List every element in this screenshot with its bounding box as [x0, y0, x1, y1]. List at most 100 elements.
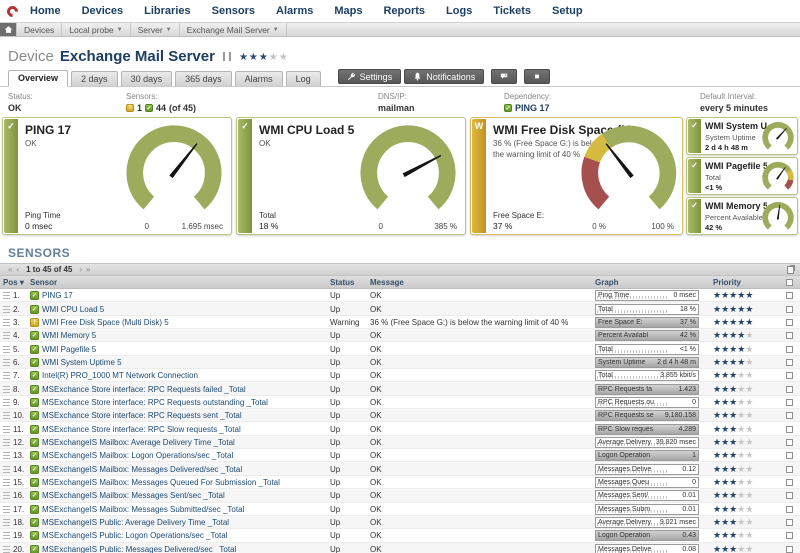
sensor-link[interactable]: WMI Memory 5 — [42, 331, 96, 340]
popout-icon[interactable] — [787, 265, 794, 274]
sensor-mini-graph[interactable]: Free Space E: 37 % — [595, 316, 699, 328]
nav-item-setup[interactable]: Setup — [552, 5, 583, 17]
tab-30-days[interactable]: 30 days — [120, 71, 173, 86]
breadcrumb-item-server[interactable]: Server ▼ — [131, 23, 180, 36]
row-checkbox[interactable] — [786, 505, 793, 513]
priority-stars[interactable]: ★ ★ ★ ★ ★ — [713, 384, 773, 395]
row-checkbox[interactable] — [786, 332, 793, 340]
row-checkbox[interactable] — [786, 385, 793, 393]
sensor-mini-graph[interactable]: RPC Slow reques 4.289 — [595, 423, 699, 435]
breadcrumb-item-exchange-mail-server[interactable]: Exchange Mail Server ▼ — [180, 23, 287, 36]
row-checkbox[interactable] — [786, 545, 793, 553]
sensor-link[interactable]: MSExchance Store interface: RPC Requests… — [42, 398, 268, 407]
warning-sensors-count[interactable]: 1 — [137, 103, 142, 113]
gauge-card-pagefile[interactable]: ✓ WMI Pagefile 5 Total <1 % — [686, 157, 798, 195]
drag-handle-icon[interactable] — [3, 465, 10, 473]
row-checkbox[interactable] — [786, 398, 793, 406]
sensor-link[interactable]: MSExchangeIS Mailbox: Messages Sent/sec … — [42, 491, 225, 500]
drag-handle-icon[interactable] — [3, 478, 10, 486]
dependency-link[interactable]: PING 17 — [515, 103, 550, 113]
sensor-link[interactable]: MSExchangeIS Mailbox: Messages Delivered… — [42, 465, 242, 474]
row-checkbox[interactable] — [786, 465, 793, 473]
priority-stars[interactable]: ★ ★ ★ ★ ★ — [713, 344, 773, 355]
sensor-mini-graph[interactable]: Ping Time 0 msec — [595, 290, 699, 302]
drag-handle-icon[interactable] — [3, 398, 10, 406]
sensor-link[interactable]: MSExchangeIS Mailbox: Logon Operations/s… — [42, 451, 233, 460]
drag-handle-icon[interactable] — [3, 318, 10, 326]
drag-handle-icon[interactable] — [3, 438, 10, 446]
drag-handle-icon[interactable] — [3, 372, 10, 380]
drag-handle-icon[interactable] — [3, 519, 10, 527]
breadcrumb-item-devices[interactable]: Devices — [17, 23, 63, 36]
sensor-mini-graph[interactable]: Average Delivery 39.820 msec — [595, 436, 699, 448]
gauge-card-memory[interactable]: ✓ WMI Memory 5 Percent Available M... 42… — [686, 197, 798, 235]
row-checkbox[interactable] — [786, 412, 793, 420]
nav-item-alarms[interactable]: Alarms — [276, 5, 313, 17]
priority-stars[interactable]: ★ ★ ★ ★ ★ — [713, 397, 773, 408]
column-header-graph[interactable]: Graph — [595, 278, 713, 287]
priority-stars[interactable]: ★ ★ ★ ★ ★ — [713, 410, 773, 421]
drag-handle-icon[interactable] — [3, 358, 10, 366]
priority-stars[interactable]: ★ ★ ★ ★ ★ — [713, 424, 773, 435]
priority-stars[interactable]: ★ ★ ★ ★ ★ — [713, 437, 773, 448]
sensor-mini-graph[interactable]: Messages Delive 0.08 — [595, 543, 699, 553]
tab-365-days[interactable]: 365 days — [175, 71, 232, 86]
sensor-link[interactable]: MSExchangeIS Mailbox: Messages Submitted… — [42, 505, 244, 514]
drag-handle-icon[interactable] — [3, 385, 10, 393]
priority-stars[interactable]: ★ ★ ★ ★ ★ — [713, 464, 773, 475]
sensor-mini-graph[interactable]: Total 18 % — [595, 303, 699, 315]
sensor-link[interactable]: MSExchance Store interface: RPC Requests… — [42, 385, 246, 394]
row-checkbox[interactable] — [786, 345, 793, 353]
row-checkbox[interactable] — [786, 478, 793, 486]
priority-stars[interactable]: ★ ★ ★ ★ ★ — [713, 530, 773, 541]
pause-icon[interactable] — [222, 51, 231, 61]
last-page-arrow[interactable]: » — [86, 265, 90, 274]
sensor-mini-graph[interactable]: Messages Queu 0 — [595, 476, 699, 488]
sensor-link[interactable]: MSExchangeIS Mailbox: Average Delivery T… — [42, 438, 235, 447]
comment-button[interactable] — [491, 69, 518, 84]
drag-handle-icon[interactable] — [3, 292, 10, 300]
settings-button[interactable]: Settings — [337, 69, 402, 84]
breadcrumb-item-local-probe[interactable]: Local probe ▼ — [62, 23, 131, 36]
next-page-arrow[interactable]: › — [79, 265, 82, 274]
column-header-pos[interactable]: Pos ▾ — [0, 278, 30, 287]
sensor-mini-graph[interactable]: Percent Availabl 42 % — [595, 330, 699, 342]
sensor-mini-graph[interactable]: RPC Requests ou 0 — [595, 396, 699, 408]
ok-sensors-count[interactable]: 44 — [156, 103, 166, 113]
sensor-link[interactable]: Intel(R) PRO_1000 MT Network Connection — [42, 371, 198, 380]
nav-item-devices[interactable]: Devices — [82, 5, 124, 17]
sensor-link[interactable]: MSExchance Store interface: RPC Slow req… — [42, 425, 241, 434]
gauge-card-uptime[interactable]: ✓ WMI System Upti... System Uptime 2 d 4… — [686, 117, 798, 155]
sensor-mini-graph[interactable]: Messages Sent/ 0.01 — [595, 490, 699, 502]
row-checkbox[interactable] — [786, 438, 793, 446]
priority-stars[interactable]: ★ ★ ★ ★ ★ — [713, 504, 773, 515]
tab-alarms[interactable]: Alarms — [234, 71, 283, 86]
column-header-status[interactable]: Status — [330, 278, 370, 287]
nav-item-home[interactable]: Home — [30, 5, 61, 17]
drag-handle-icon[interactable] — [3, 425, 10, 433]
sensor-mini-graph[interactable]: Average Delivery 9.021 msec — [595, 517, 699, 529]
first-page-arrow[interactable]: « — [8, 265, 12, 274]
sensor-link[interactable]: WMI System Uptime 5 — [42, 358, 122, 367]
priority-stars[interactable]: ★ ★ ★ ★ ★ — [713, 517, 773, 528]
sensor-mini-graph[interactable]: Messages Delive 0.12 — [595, 463, 699, 475]
sensor-link[interactable]: WMI Pagefile 5 — [42, 345, 96, 354]
gauge-card-disk[interactable]: W WMI Free Disk Space (M... 36 % (Free S… — [470, 117, 683, 235]
row-checkbox[interactable] — [786, 425, 793, 433]
priority-stars[interactable]: ★ ★ ★ ★ ★ — [713, 330, 773, 341]
sensor-mini-graph[interactable]: RPC Requests fa 1.423 — [595, 383, 699, 395]
nav-item-tickets[interactable]: Tickets — [493, 5, 531, 17]
row-checkbox[interactable] — [786, 519, 793, 527]
priority-stars[interactable]: ★ ★ ★ ★ ★ — [713, 450, 773, 461]
sensor-link[interactable]: MSExchangeIS Public: Logon Operations/se… — [42, 531, 227, 540]
priority-stars[interactable]: ★ ★ ★ ★ ★ — [713, 357, 773, 368]
sensor-mini-graph[interactable]: Messages Subm 0.01 — [595, 503, 699, 515]
sensor-link[interactable]: MSExchangeIS Mailbox: Messages Queued Fo… — [42, 478, 280, 487]
device-priority-stars[interactable]: ★★★★★ — [239, 47, 289, 65]
sensor-mini-graph[interactable]: System Uptime 2 d 4 h 48 m — [595, 356, 699, 368]
drag-handle-icon[interactable] — [3, 412, 10, 420]
nav-item-reports[interactable]: Reports — [383, 5, 425, 17]
tab-2-days[interactable]: 2 days — [71, 71, 118, 86]
prev-page-arrow[interactable]: ‹ — [16, 265, 19, 274]
priority-stars[interactable]: ★ ★ ★ ★ ★ — [713, 544, 773, 553]
